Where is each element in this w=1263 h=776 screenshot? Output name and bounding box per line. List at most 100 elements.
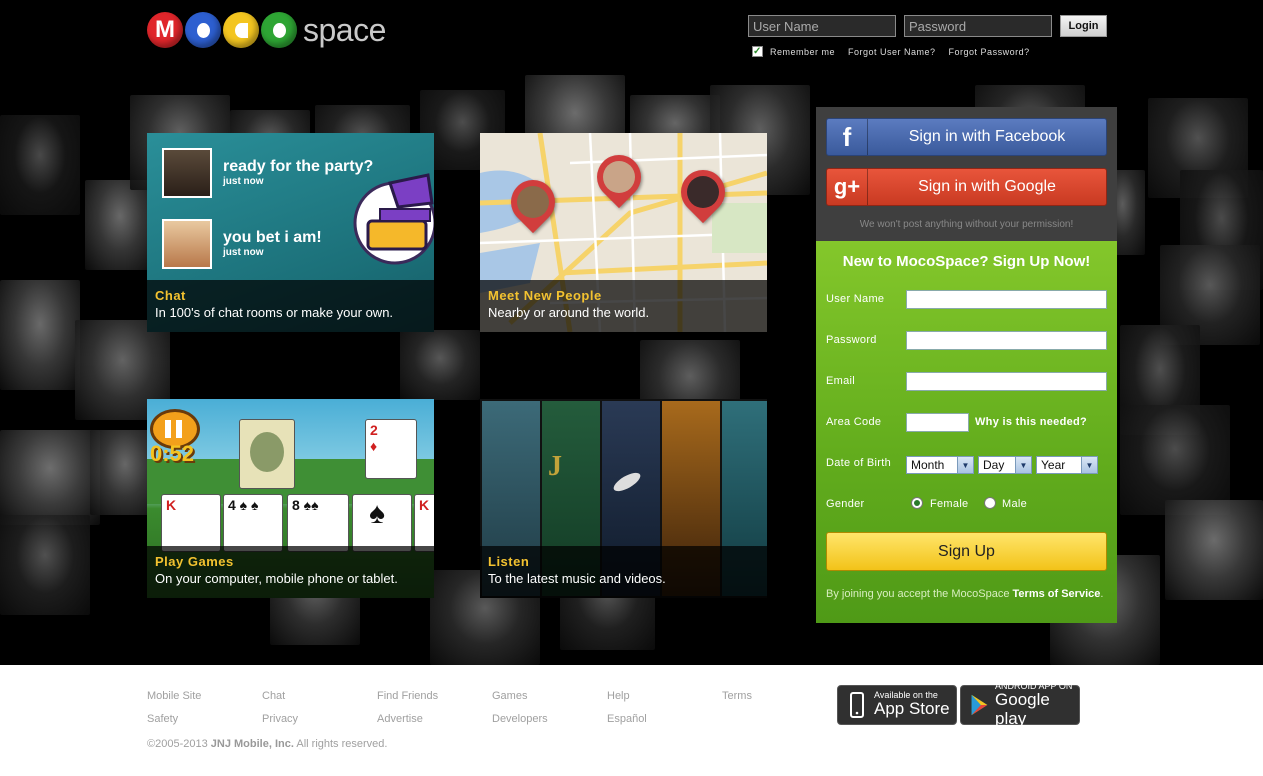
google-play-badge[interactable]: ANDROID APP ON Google play: [960, 681, 1080, 727]
footer: Mobile Site Chat Find Friends Games Help…: [0, 665, 1263, 776]
signup-username-input[interactable]: [906, 290, 1107, 309]
signup-area-code-label: Area Code: [826, 416, 882, 428]
footer-link-mobile-site[interactable]: Mobile Site: [147, 690, 201, 702]
card-king: K: [161, 494, 221, 552]
signup-email-label: Email: [826, 375, 856, 387]
card-deck: [239, 419, 295, 489]
footer-link-espanol[interactable]: Español: [607, 713, 647, 725]
facebook-signin-label: Sign in with Facebook: [908, 128, 1066, 145]
listen-subtitle: To the latest music and videos.: [488, 571, 666, 586]
dob-year-value: Year: [1041, 458, 1066, 472]
copyright: ©2005-2013 JNJ Mobile, Inc. All rights r…: [147, 738, 387, 750]
footer-link-help[interactable]: Help: [607, 690, 630, 702]
footer-link-safety[interactable]: Safety: [147, 713, 178, 725]
play-triangle-icon: [971, 694, 988, 716]
remember-me-checkbox[interactable]: ✓: [752, 46, 763, 57]
facebook-icon: f: [827, 119, 868, 155]
card-partial: K: [414, 494, 434, 552]
signup-password-input[interactable]: [906, 331, 1107, 350]
app-store-text: Available on the App Store: [874, 691, 950, 719]
signup-button[interactable]: Sign Up: [826, 532, 1107, 571]
signup-username-label: User Name: [826, 293, 885, 305]
logo-o2-ball: [261, 12, 297, 48]
gender-female-radio[interactable]: [911, 497, 923, 509]
listen-title: Listen: [488, 554, 530, 569]
dob-day-value: Day: [983, 458, 1005, 472]
background-face-photo: [1120, 405, 1230, 515]
signup-email-input[interactable]: [906, 372, 1107, 391]
card-4-spades: 4 ♠ ♠: [223, 494, 283, 552]
signup-area-code-input[interactable]: [906, 413, 969, 432]
chat-subtitle: In 100's of chat rooms or make your own.: [155, 305, 394, 320]
games-subtitle: On your computer, mobile phone or tablet…: [155, 571, 398, 586]
signup-form: New to MocoSpace? Sign Up Now! User Name…: [816, 241, 1117, 623]
signup-password-label: Password: [826, 334, 877, 346]
logo-o-ball: [185, 12, 221, 48]
copyright-suffix: All rights reserved.: [296, 738, 388, 750]
chat-message-2-text: you bet i am!: [223, 229, 322, 246]
background-face-photo: [0, 280, 80, 390]
footer-link-terms[interactable]: Terms: [722, 690, 752, 702]
meet-people-title: Meet New People: [488, 288, 602, 303]
chevron-down-icon: ▼: [957, 457, 973, 473]
footer-link-games[interactable]: Games: [492, 690, 527, 702]
gender-female-label: Female: [930, 498, 969, 510]
header-password-input[interactable]: [904, 15, 1052, 37]
background-face-photo: [400, 330, 480, 400]
header-username-input[interactable]: [748, 15, 896, 37]
copyright-prefix: ©2005-2013: [147, 738, 208, 750]
card-8-spades: 8 ♠♠: [287, 494, 349, 552]
signup-dob-label: Date of Birth: [826, 457, 892, 469]
facebook-signin-button[interactable]: f Sign in with Facebook: [826, 118, 1107, 156]
game-timer: 0:52: [150, 441, 195, 466]
remember-me-label: Remember me: [770, 46, 836, 57]
dob-month-value: Month: [911, 458, 945, 472]
chat-title: Chat: [155, 288, 186, 303]
social-signin: f Sign in with Facebook g+ Sign in with …: [816, 107, 1117, 241]
google-signin-button[interactable]: g+ Sign in with Google: [826, 168, 1107, 206]
app-store-badge[interactable]: Available on the App Store: [837, 685, 957, 725]
meet-people-subtitle: Nearby or around the world.: [488, 305, 650, 320]
login-button[interactable]: Login: [1060, 15, 1107, 37]
chat-tile[interactable]: ready for the party? just now you bet i …: [147, 133, 434, 332]
games-tile[interactable]: 0:52 2 ♦ K 4 ♠ ♠ 8 ♠♠ ♠ K Play Games On y…: [147, 399, 434, 598]
footer-link-privacy[interactable]: Privacy: [262, 713, 298, 725]
meet-people-tile[interactable]: Meet New People Nearby or around the wor…: [480, 133, 767, 332]
signup-gender-label: Gender: [826, 498, 865, 510]
dob-month-select[interactable]: Month ▼: [906, 456, 974, 474]
auth-panel: f Sign in with Facebook g+ Sign in with …: [816, 107, 1117, 623]
chat-message-2: you bet i am! just now: [223, 229, 322, 258]
logo-c-ball: [223, 12, 259, 48]
terms-prefix: By joining you accept the MocoSpace: [826, 588, 1010, 600]
terms-of-service-link[interactable]: Terms of Service: [1013, 588, 1101, 600]
listen-tile[interactable]: J Listen To the latest music and videos.: [480, 399, 767, 598]
card-2-hearts: 2 ♦: [365, 419, 417, 479]
google-play-big: Google play: [995, 689, 1050, 728]
dob-year-select[interactable]: Year ▼: [1036, 456, 1098, 474]
dob-day-select[interactable]: Day ▼: [978, 456, 1032, 474]
background-face-photo: [1165, 500, 1263, 600]
signup-title: New to MocoSpace? Sign Up Now!: [842, 253, 1091, 270]
forgot-username-link[interactable]: Forgot User Name?: [848, 47, 936, 57]
google-play-text: ANDROID APP ON Google play: [995, 681, 1079, 729]
card-ace-spades: ♠: [352, 494, 412, 552]
gender-male-label: Male: [1002, 498, 1028, 510]
background-face-photo: [0, 515, 90, 615]
gender-male-radio[interactable]: [984, 497, 996, 509]
mocospace-logo[interactable]: M space: [147, 9, 386, 51]
chat-avatar-female: [162, 219, 212, 269]
footer-link-find-friends[interactable]: Find Friends: [377, 690, 438, 702]
why-needed-link[interactable]: Why is this needed?: [975, 416, 1087, 428]
meet-people-caption: Meet New People Nearby or around the wor…: [480, 280, 767, 332]
party-hat-icon: [353, 173, 434, 265]
background-face-photo: [0, 115, 80, 215]
chevron-down-icon: ▼: [1081, 457, 1097, 473]
app-store-big: App Store: [874, 699, 950, 718]
footer-link-chat[interactable]: Chat: [262, 690, 285, 702]
logo-word: space: [303, 11, 386, 48]
forgot-password-link[interactable]: Forgot Password?: [949, 47, 1030, 57]
logo-m-ball: M: [147, 12, 183, 48]
footer-link-developers[interactable]: Developers: [492, 713, 548, 725]
footer-link-advertise[interactable]: Advertise: [377, 713, 423, 725]
games-caption: Play Games On your computer, mobile phon…: [147, 546, 434, 598]
